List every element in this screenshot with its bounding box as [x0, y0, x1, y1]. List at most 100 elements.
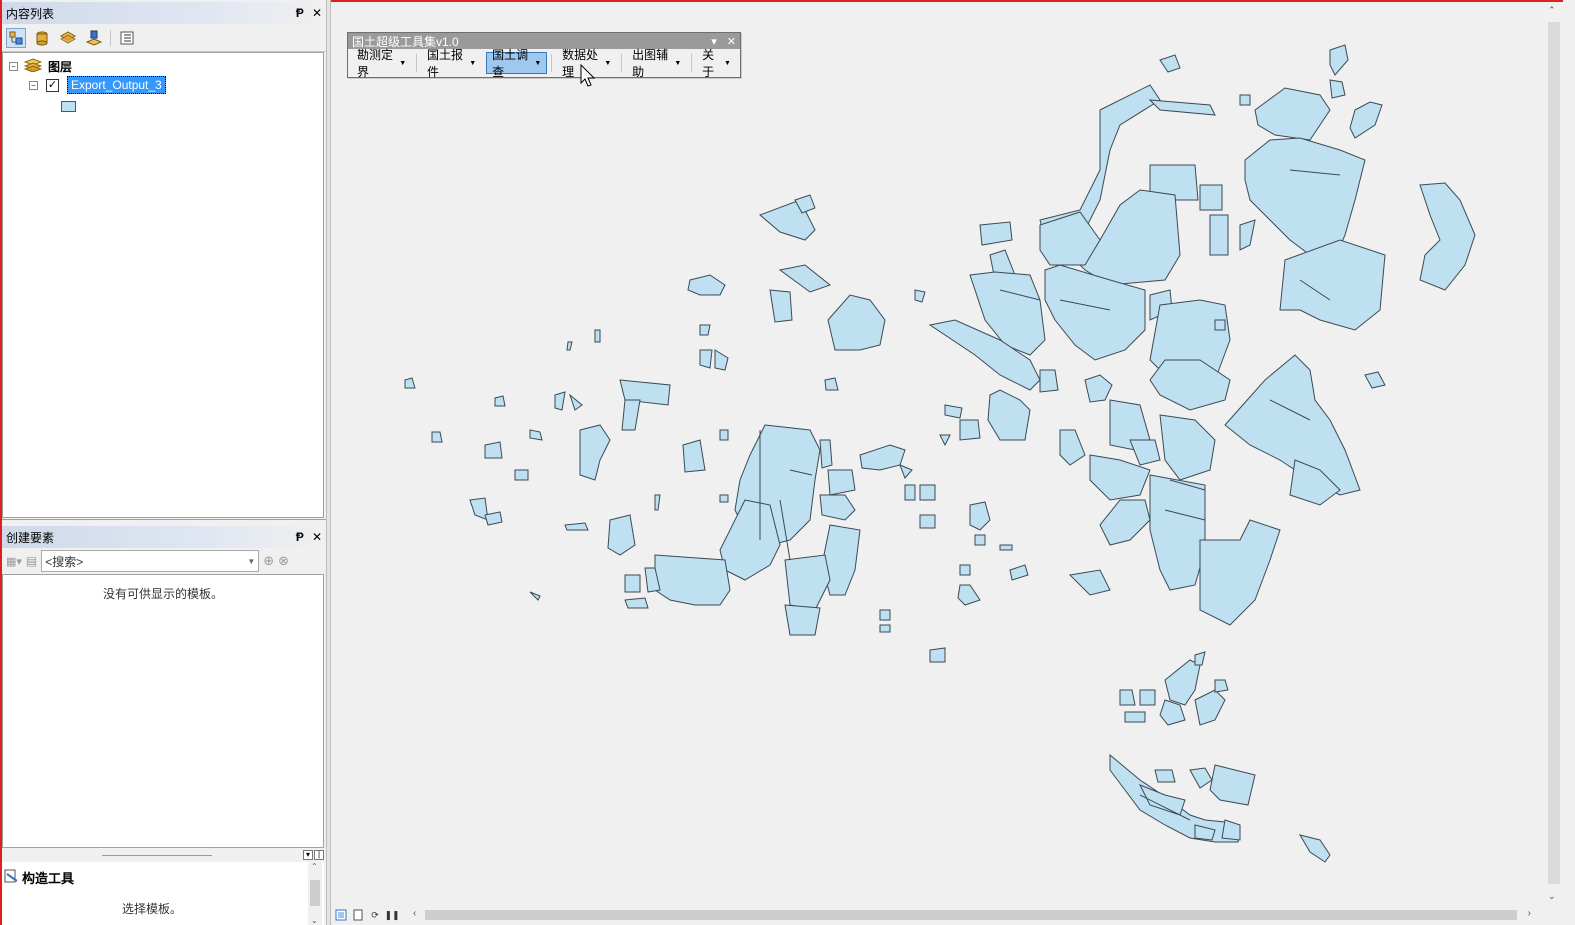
- pause-drawing-icon[interactable]: ❚❚: [384, 908, 399, 922]
- layer-symbol-row[interactable]: [61, 97, 76, 115]
- land-parcel-feature[interactable]: [1039, 369, 1059, 393]
- land-parcel-feature[interactable]: [1199, 184, 1223, 211]
- land-parcel-feature[interactable]: [564, 522, 589, 531]
- menu-guanyu[interactable]: 关于 ▼: [696, 48, 737, 79]
- list-by-source-icon[interactable]: [32, 28, 52, 48]
- land-parcel-feature[interactable]: [929, 647, 946, 663]
- template-search-input[interactable]: <搜索> ▼: [41, 550, 260, 572]
- land-parcel-feature[interactable]: [1194, 689, 1226, 726]
- close-icon[interactable]: ✕: [312, 6, 322, 20]
- advanced-search-icon[interactable]: ⊗: [278, 553, 289, 569]
- menu-guotu-diaocha[interactable]: 国土调查 ▼: [486, 48, 548, 79]
- land-parcel-feature[interactable]: [404, 377, 416, 389]
- land-parcel-feature[interactable]: [1254, 87, 1331, 141]
- layer-name[interactable]: Export_Output_3: [67, 76, 166, 94]
- land-parcel-feature[interactable]: [1209, 214, 1229, 256]
- land-parcel-feature[interactable]: [1221, 819, 1241, 841]
- close-icon[interactable]: ✕: [312, 530, 322, 544]
- land-parcel-feature[interactable]: [1214, 319, 1226, 331]
- land-parcel-feature[interactable]: [879, 609, 891, 621]
- land-parcel-feature[interactable]: [1159, 414, 1216, 481]
- land-parcel-feature[interactable]: [579, 424, 611, 481]
- dropdown-arrow-icon[interactable]: ▼: [247, 557, 255, 566]
- land-parcel-feature[interactable]: [784, 554, 831, 611]
- polygon-symbol-swatch[interactable]: [61, 100, 76, 112]
- collapse-icon[interactable]: −: [9, 61, 18, 71]
- map-horizontal-scrollbar[interactable]: ‹ ›: [411, 907, 1533, 923]
- land-parcel-feature[interactable]: [1139, 689, 1156, 706]
- land-parcel-feature[interactable]: [824, 377, 839, 391]
- land-parcel-feature[interactable]: [1239, 219, 1256, 251]
- land-parcel-feature[interactable]: [494, 395, 506, 407]
- land-parcel-feature[interactable]: [784, 604, 821, 636]
- land-parcel-feature[interactable]: [1298, 834, 1331, 863]
- land-parcel-feature[interactable]: [979, 221, 1013, 246]
- collapse-icon[interactable]: −: [29, 80, 38, 90]
- land-parcel-feature[interactable]: [959, 419, 981, 441]
- land-parcel-feature[interactable]: [1149, 474, 1206, 591]
- land-parcel-feature[interactable]: [484, 441, 503, 459]
- land-parcel-feature[interactable]: [1214, 679, 1229, 693]
- land-parcel-feature[interactable]: [1189, 767, 1213, 789]
- construction-scrollbar[interactable]: ⌃ ⌄: [308, 862, 322, 925]
- land-parcel-feature[interactable]: [719, 494, 729, 503]
- land-parcel-feature[interactable]: [939, 434, 951, 447]
- land-parcel-feature[interactable]: [719, 499, 781, 581]
- scroll-right-icon[interactable]: ›: [1528, 908, 1531, 919]
- land-parcel-feature[interactable]: [699, 324, 711, 336]
- land-parcel-feature[interactable]: [1349, 101, 1383, 139]
- list-by-drawing-order-icon[interactable]: [6, 27, 26, 48]
- land-parcel-feature[interactable]: [1199, 519, 1281, 626]
- land-parcel-feature[interactable]: [1059, 429, 1086, 466]
- scroll-down-icon[interactable]: ⌄: [1548, 891, 1556, 902]
- guotu-toolbar[interactable]: 国土超级工具集v1.0 ▾ ✕ 勘测定界 ▼ 国土报件 ▼ 国土调查 ▼ 数据处理 ▼ …: [347, 32, 741, 79]
- land-parcel-feature[interactable]: [987, 389, 1031, 441]
- land-parcel-feature[interactable]: [714, 349, 729, 371]
- land-parcel-feature[interactable]: [859, 444, 906, 471]
- data-view-icon[interactable]: [334, 908, 348, 922]
- layout-view-icon[interactable]: [351, 908, 365, 922]
- land-parcel-feature[interactable]: [687, 274, 726, 296]
- land-parcel-feature[interactable]: [819, 494, 856, 521]
- land-parcel-feature[interactable]: [999, 544, 1013, 551]
- land-parcel-feature[interactable]: [654, 554, 731, 606]
- map-vertical-scrollbar[interactable]: ⌃ ⌄: [1545, 2, 1563, 905]
- hscroll-thumb[interactable]: [425, 910, 1517, 920]
- land-parcel-feature[interactable]: [914, 289, 926, 303]
- menu-kance-dingjie[interactable]: 勘测定界 ▼: [351, 48, 412, 79]
- land-parcel-feature[interactable]: [568, 393, 583, 411]
- scroll-up-icon[interactable]: ⌃: [1548, 5, 1556, 16]
- land-parcel-feature[interactable]: [1099, 499, 1151, 546]
- list-by-visibility-icon[interactable]: [58, 28, 78, 48]
- land-parcel-feature[interactable]: [919, 484, 936, 501]
- land-parcel-feature[interactable]: [778, 264, 832, 293]
- land-parcel-feature[interactable]: [769, 289, 793, 323]
- filter-icon[interactable]: ▦▾: [6, 555, 22, 568]
- search-icon[interactable]: ⊕: [263, 553, 274, 569]
- land-parcel-feature[interactable]: [682, 439, 706, 473]
- panel-splitter[interactable]: ▾ |: [2, 848, 326, 862]
- land-parcel-feature[interactable]: [1148, 99, 1216, 116]
- land-parcel-feature[interactable]: [431, 431, 443, 443]
- map-view[interactable]: [331, 2, 1545, 905]
- land-parcel-feature[interactable]: [827, 469, 856, 496]
- land-parcel-feature[interactable]: [699, 349, 713, 369]
- land-parcel-feature[interactable]: [1419, 182, 1476, 291]
- split-icon[interactable]: |: [314, 850, 324, 860]
- land-parcel-feature[interactable]: [1129, 439, 1161, 466]
- options-icon[interactable]: [117, 28, 137, 48]
- land-parcel-feature[interactable]: [621, 399, 641, 431]
- refresh-icon[interactable]: ⟳: [368, 908, 382, 922]
- layer-row-export-output-3[interactable]: − ✓ Export_Output_3: [29, 76, 166, 94]
- scroll-thumb[interactable]: [1548, 22, 1560, 884]
- land-parcel-feature[interactable]: [879, 624, 891, 633]
- land-parcel-feature[interactable]: [1329, 44, 1349, 76]
- land-parcel-feature[interactable]: [529, 591, 541, 601]
- land-parcel-feature[interactable]: [827, 294, 886, 351]
- land-parcel-feature[interactable]: [969, 501, 991, 531]
- land-parcel-feature[interactable]: [1209, 764, 1256, 806]
- pin-icon[interactable]: Ᵽ: [296, 530, 304, 544]
- land-parcel-feature[interactable]: [919, 514, 936, 529]
- menu-guotu-baojian[interactable]: 国土报件 ▼: [421, 48, 482, 79]
- land-parcel-feature[interactable]: [1159, 54, 1181, 73]
